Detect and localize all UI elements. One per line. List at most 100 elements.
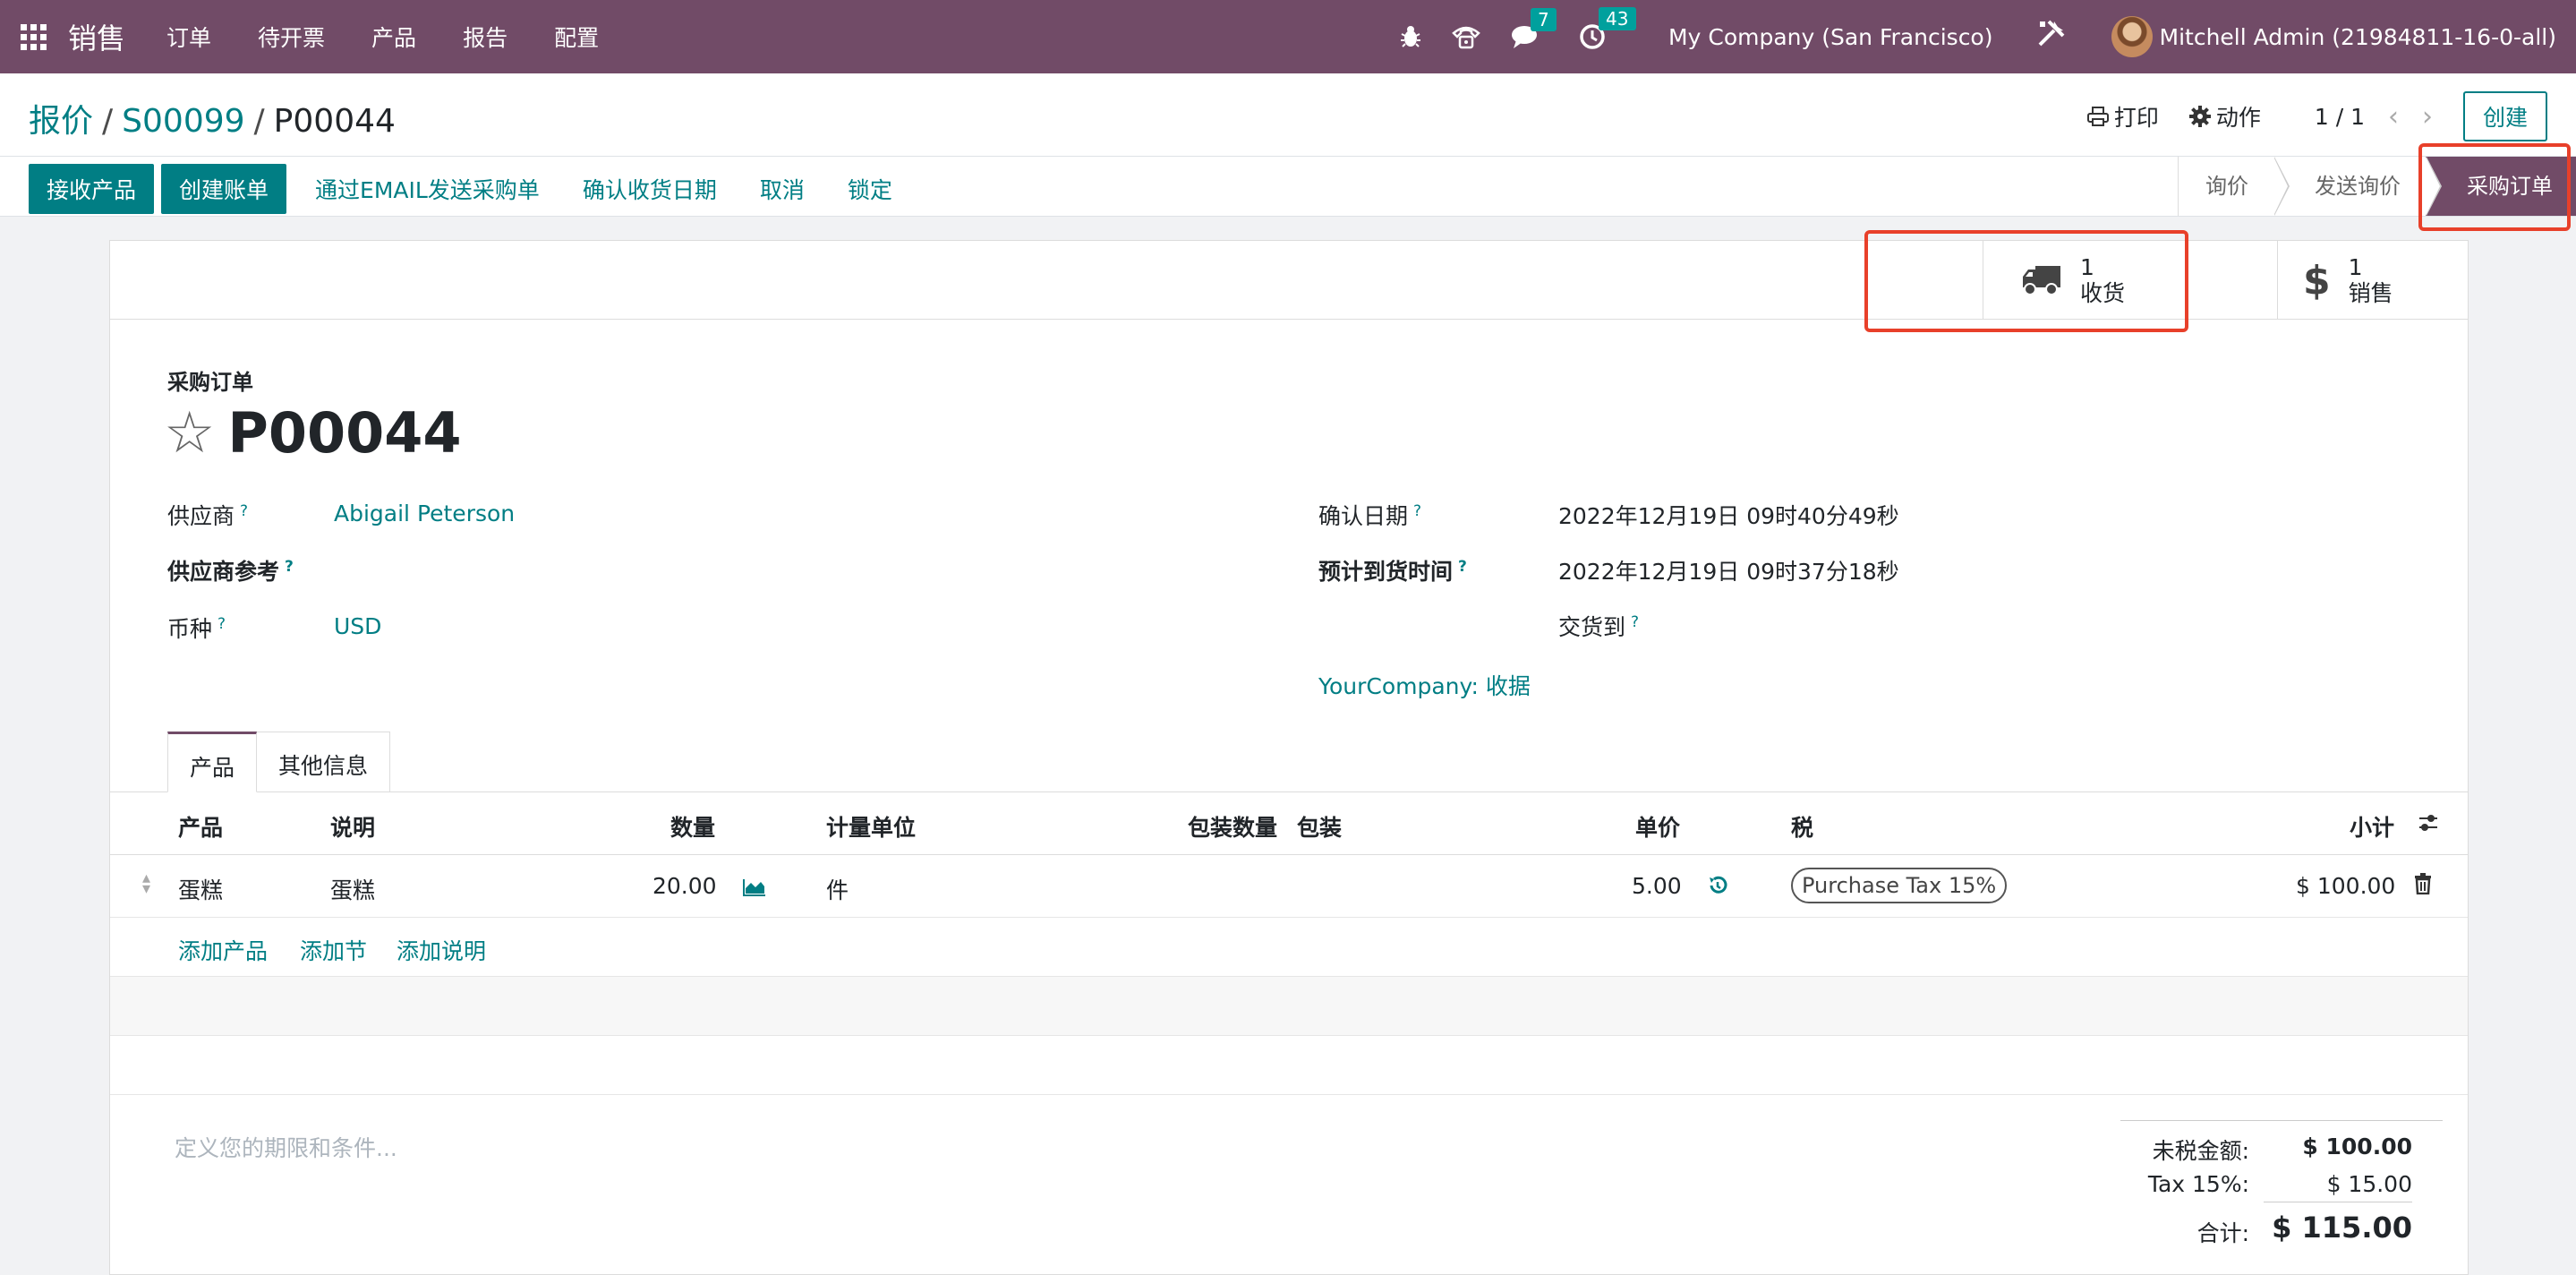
company-switcher[interactable]: My Company (San Francisco): [1668, 24, 1992, 50]
menu-reporting[interactable]: 报告: [463, 21, 508, 53]
col-taxes[interactable]: 税: [1791, 810, 1813, 843]
breadcrumb-quotations[interactable]: 报价: [29, 103, 93, 140]
sales-count: 1: [2348, 254, 2363, 280]
activities-badge: 43: [1599, 7, 1636, 30]
form-sheet: 1 收货 $ 1 销售 采购订单 ☆ P00044 供应商? Abigail P…: [109, 230, 2469, 1275]
cell-unit-price[interactable]: 5.00: [1632, 873, 1682, 899]
confirm-date-field[interactable]: 2022年12月19日 09时40分49秒: [1558, 499, 1899, 531]
breadcrumb-sale-order[interactable]: S00099: [122, 103, 244, 140]
col-uom[interactable]: 计量单位: [826, 810, 916, 843]
help-icon[interactable]: ?: [240, 502, 248, 520]
activities-button[interactable]: 43: [1579, 7, 1636, 50]
tab-other-info[interactable]: 其他信息: [256, 732, 391, 792]
phone-icon[interactable]: [1452, 24, 1480, 49]
col-product[interactable]: 产品: [178, 810, 223, 843]
apps-grid-icon: [20, 23, 47, 50]
highlight-receipts: [1864, 230, 2188, 332]
menu-products[interactable]: 产品: [371, 21, 416, 53]
cell-description[interactable]: 蛋糕: [330, 873, 375, 905]
expected-arrival-label: 预计到货时间?: [1318, 554, 1467, 586]
menu-to-invoice[interactable]: 待开票: [258, 21, 325, 53]
confirm-date-label: 确认日期?: [1318, 499, 1421, 531]
help-icon[interactable]: ?: [218, 615, 226, 633]
cell-product[interactable]: 蛋糕: [178, 873, 223, 905]
chevron-left-icon[interactable]: ‹: [2388, 101, 2399, 133]
cancel-button[interactable]: 取消: [738, 164, 826, 214]
col-unit-price[interactable]: 单价: [1635, 810, 1680, 843]
stage-rfq-sent[interactable]: 发送询价: [2273, 157, 2442, 216]
deliver-to-label-text: 交货到: [1558, 614, 1626, 640]
notebook-tabs: 产品 其他信息: [167, 732, 391, 792]
avatar[interactable]: [2111, 16, 2153, 57]
control-panel: 报价 / S00099/P00044 打印 动作 1 / 1 ‹ › 创建: [0, 73, 2576, 156]
deliver-to-field[interactable]: YourCompany: 收据: [1318, 669, 1531, 701]
currency-field[interactable]: USD: [334, 613, 381, 639]
help-icon[interactable]: ?: [1458, 558, 1467, 576]
column-settings-icon[interactable]: [2418, 812, 2439, 838]
tax-tag[interactable]: Purchase Tax 15%: [1791, 868, 2008, 903]
cell-uom[interactable]: 件: [826, 873, 849, 905]
col-packaging-qty[interactable]: 包装数量: [1188, 810, 1277, 843]
print-button[interactable]: 打印: [2086, 100, 2159, 133]
send-po-email-button[interactable]: 通过EMAIL发送采购单: [294, 164, 561, 214]
sales-smart-button[interactable]: $ 1 销售: [2278, 241, 2468, 320]
app-name[interactable]: 销售: [68, 16, 125, 57]
col-description[interactable]: 说明: [330, 810, 375, 843]
cell-quantity[interactable]: 20.00: [653, 873, 717, 899]
col-quantity[interactable]: 数量: [670, 810, 715, 843]
drag-handle-icon[interactable]: ▴ ▾: [142, 870, 150, 897]
add-note-link[interactable]: 添加说明: [397, 934, 486, 966]
terms-input[interactable]: 定义您的期限和条件...: [175, 1131, 397, 1163]
chevron-right-icon[interactable]: ›: [2422, 101, 2433, 133]
col-packaging[interactable]: 包装: [1297, 810, 1342, 843]
add-line-row: 添加产品 添加节 添加说明: [110, 918, 2468, 977]
add-section-link[interactable]: 添加节: [300, 934, 367, 966]
confirm-receipt-date-button[interactable]: 确认收货日期: [561, 164, 738, 214]
debug-icon[interactable]: [1400, 25, 1421, 48]
vendor-ref-label-text: 供应商参考: [167, 559, 280, 585]
order-lines-header: 产品 说明 数量 计量单位 包装数量 包装 单价 税 小计: [110, 792, 2468, 855]
action-button[interactable]: 动作: [2188, 100, 2261, 133]
help-icon[interactable]: ?: [1413, 502, 1421, 520]
add-product-link[interactable]: 添加产品: [178, 934, 268, 966]
vendor-ref-field[interactable]: [334, 554, 835, 581]
expected-arrival-field[interactable]: 2022年12月19日 09时37分18秒: [1558, 554, 1899, 586]
tab-products[interactable]: 产品: [167, 732, 258, 792]
star-icon[interactable]: ☆: [164, 405, 215, 462]
totals-summary: 未税金额: $ 100.00 Tax 15%: $ 15.00 合计: $ 11…: [2120, 1120, 2443, 1246]
create-button[interactable]: 创建: [2462, 91, 2547, 141]
currency-label: 币种?: [167, 612, 226, 644]
vendor-field[interactable]: Abigail Peterson: [334, 501, 515, 526]
printer-icon: [2086, 107, 2109, 126]
help-icon[interactable]: ?: [1631, 613, 1639, 631]
tax-label: Tax 15%:: [2147, 1171, 2249, 1197]
gear-icon: [2188, 106, 2211, 127]
tools-icon[interactable]: [2036, 18, 2067, 56]
receive-products-button[interactable]: 接收产品: [29, 164, 155, 214]
history-icon[interactable]: [1707, 875, 1728, 902]
vendor-label-text: 供应商: [167, 503, 235, 529]
forecast-chart-icon[interactable]: [742, 877, 767, 903]
menu-configuration[interactable]: 配置: [554, 21, 599, 53]
col-subtotal[interactable]: 小计: [2350, 810, 2394, 843]
cell-subtotal: $ 100.00: [2296, 873, 2396, 899]
tax-value: $ 15.00: [2326, 1171, 2412, 1197]
vendor-ref-label: 供应商参考?: [167, 554, 294, 586]
table-row[interactable]: ▴ ▾ 蛋糕 蛋糕 20.00 件 5.00 Purchase Tax 15% $…: [110, 855, 2468, 918]
menu-orders[interactable]: 订单: [166, 21, 211, 53]
app-menu-button[interactable]: [0, 0, 66, 73]
lock-button[interactable]: 锁定: [826, 164, 914, 214]
help-icon[interactable]: ?: [285, 558, 294, 576]
user-menu[interactable]: Mitchell Admin (21984811-16-0-all): [2160, 24, 2557, 50]
vendor-label: 供应商?: [167, 499, 248, 531]
breadcrumb-separator: /: [253, 103, 265, 140]
trash-icon[interactable]: [2414, 873, 2432, 900]
messages-button[interactable]: 7: [1511, 8, 1557, 49]
pager-value[interactable]: 1 / 1: [2315, 104, 2365, 130]
stage-rfq[interactable]: 询价: [2178, 157, 2290, 216]
breadcrumb-current: P00044: [273, 103, 396, 140]
create-bill-button[interactable]: 创建账单: [161, 164, 287, 214]
status-bar: 接收产品 创建账单 通过EMAIL发送采购单 确认收货日期 取消 锁定 询价 发…: [0, 156, 2576, 217]
untaxed-label: 未税金额:: [2152, 1138, 2249, 1164]
empty-row: [110, 1036, 2468, 1095]
